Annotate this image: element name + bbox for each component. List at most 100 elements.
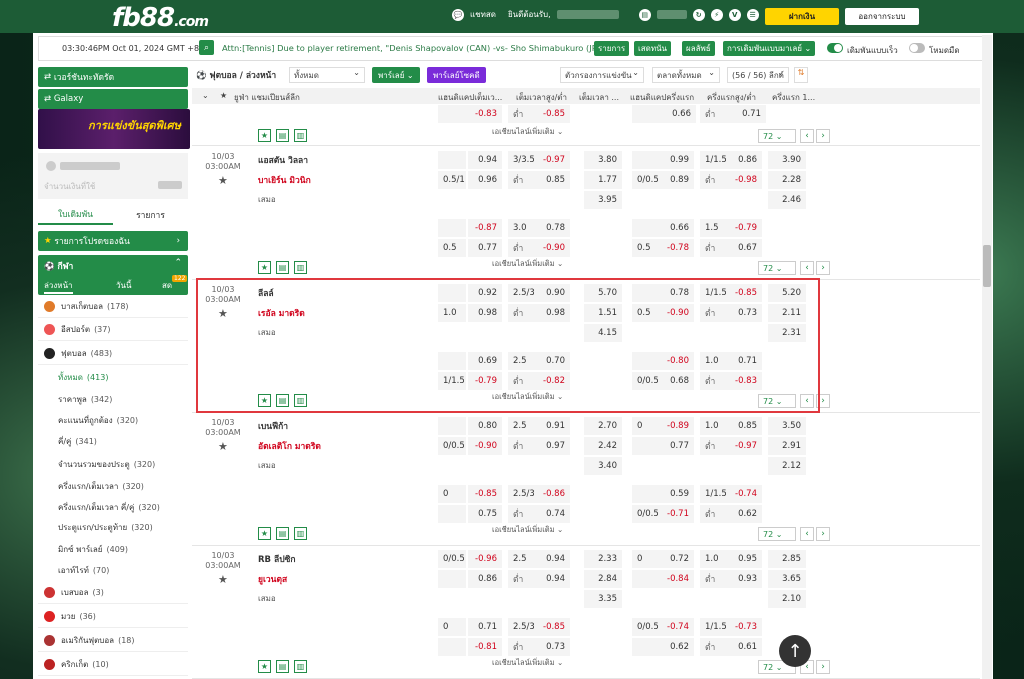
odds-cell[interactable] (438, 219, 466, 237)
odds-cell[interactable]: 2.31 (768, 324, 806, 342)
odds-cell[interactable]: 1.5 (700, 219, 726, 237)
tab-list[interactable]: รายการ (113, 205, 188, 225)
odds-cell[interactable]: 2.84 (584, 570, 622, 588)
star-icon[interactable]: ★ (258, 129, 271, 142)
odds-cell[interactable] (632, 638, 660, 656)
odds-cell[interactable]: 0 (632, 550, 660, 568)
logout-button[interactable]: ออกจากระบบ (845, 8, 919, 25)
compact-version-button[interactable]: ⇄ เวอร์ชันทะทัดรัด (38, 67, 188, 87)
scrollbar-thumb[interactable] (983, 245, 991, 287)
odds-cell[interactable]: 2.5 (508, 550, 534, 568)
odds-cell[interactable]: 2.5/3 (508, 485, 535, 503)
odds-cell[interactable]: 1.0 (700, 417, 726, 435)
odds-cell[interactable]: -0.90 (468, 437, 502, 455)
odds-cell[interactable]: 0.71 (726, 105, 766, 123)
league-count[interactable]: (56 / 56) ลีกค์ (727, 67, 789, 83)
statement-button[interactable]: เสดทนัน (634, 41, 672, 56)
odds-cell[interactable]: 3.35 (584, 590, 622, 608)
sport-esports[interactable]: อีสปอร์ต (37) (38, 319, 188, 341)
odds-cell[interactable]: -0.97 (726, 437, 762, 455)
odds-cell[interactable]: 3.0 (508, 219, 534, 237)
sort-icon[interactable]: ⇅ (794, 67, 808, 83)
wallet-icon[interactable]: ▤ (638, 8, 651, 21)
odds-cell[interactable]: 0.95 (726, 550, 762, 568)
odds-cell[interactable]: -0.89 (660, 417, 694, 435)
chat-icon[interactable]: 💬 (452, 8, 464, 21)
odds-cell[interactable]: 0.99 (660, 151, 694, 169)
odds-cell[interactable]: 2.70 (584, 417, 622, 435)
parlay-button[interactable]: พาร์เลย์ ⌄ (372, 67, 420, 83)
odds-cell[interactable]: 0.73 (726, 304, 762, 322)
odds-cell[interactable]: 2.10 (768, 590, 806, 608)
odds-cell[interactable]: -0.85 (534, 618, 570, 636)
odds-cell[interactable]: 2.46 (768, 191, 806, 209)
odds-cell[interactable]: 1/1.5 (700, 151, 727, 169)
odds-cell[interactable]: 0.75 (468, 505, 502, 523)
odds-cell[interactable] (632, 151, 660, 169)
collapse-icon[interactable]: ⌃ (174, 258, 182, 268)
football-sub-correct-score[interactable]: คะแนนที่ถูกต้อง (320) (58, 410, 188, 431)
football-sub-outright[interactable]: เอาท์ไรท์ (70) (58, 560, 188, 581)
prev-page-button[interactable]: ‹ (800, 129, 814, 143)
football-sub-odd-even[interactable]: คี่/คู่ (341) (58, 431, 188, 452)
chart-icon[interactable]: ▥ (294, 394, 307, 407)
star-icon[interactable]: ★ (258, 660, 271, 673)
odds-cell[interactable]: 0.67 (726, 239, 762, 257)
odds-cell[interactable]: 0.85 (726, 417, 762, 435)
odds-cell[interactable]: -0.78 (660, 239, 694, 257)
odds-cell[interactable]: 0 (438, 618, 466, 636)
quick-bet-toggle[interactable] (827, 43, 843, 53)
odds-cell[interactable]: -0.90 (534, 239, 570, 257)
odds-cell[interactable]: 5.70 (584, 284, 622, 302)
football-sub-pool[interactable]: ราคาพูล (342) (58, 389, 188, 410)
odds-cell[interactable]: 3.65 (768, 570, 806, 588)
favorite-all-icon[interactable]: ★ (220, 91, 227, 100)
odds-cell[interactable]: 0.85 (534, 171, 570, 189)
odds-cell[interactable]: 0.70 (534, 352, 570, 370)
odds-cell[interactable] (438, 505, 466, 523)
home-team[interactable]: ลีลล์ (258, 286, 274, 300)
odds-cell[interactable]: 0.77 (468, 239, 502, 257)
odds-cell[interactable]: 1.77 (584, 171, 622, 189)
odds-cell[interactable]: 3.95 (584, 191, 622, 209)
odds-cell[interactable]: 0.90 (534, 284, 570, 302)
refresh-icon[interactable]: ↻ (692, 8, 705, 21)
odds-cell[interactable]: 1.0 (438, 304, 466, 322)
favorite-star-icon[interactable]: ★ (218, 307, 228, 320)
odds-cell[interactable]: 0/0.5 (438, 437, 466, 455)
chart-icon[interactable]: ▥ (294, 660, 307, 673)
football-sub-total-goals[interactable]: จำนวนรวมของประตู (320) (58, 454, 188, 475)
odds-cell[interactable]: -0.96 (468, 550, 502, 568)
home-team[interactable]: เบนฟีก้า (258, 419, 288, 433)
odds-cell[interactable]: 1.51 (584, 304, 622, 322)
odds-cell[interactable]: 0.77 (660, 437, 694, 455)
football-sub-ht-ft-oe[interactable]: ครึ่งแรก/เต็มเวลา คี่/คู่ (320) (58, 497, 188, 518)
odds-cell[interactable]: 2.91 (768, 437, 806, 455)
football-sub-first-last[interactable]: ประตูแรก/ประตูท้าย (320) (58, 517, 188, 538)
odds-cell[interactable] (632, 570, 660, 588)
odds-cell[interactable]: 0.98 (468, 304, 502, 322)
away-team[interactable]: ยูเวนตุส (258, 572, 287, 586)
odds-cell[interactable]: 0.89 (660, 171, 694, 189)
odds-cell[interactable]: 3.40 (584, 457, 622, 475)
odds-cell[interactable] (632, 284, 660, 302)
sport-baseball[interactable]: เบสบอล (3) (38, 582, 188, 604)
list-button[interactable]: รายการ (594, 41, 630, 56)
odds-cell[interactable] (438, 417, 466, 435)
odds-cell[interactable]: 0.66 (660, 219, 694, 237)
odds-cell[interactable]: 0.94 (468, 151, 502, 169)
odds-cell[interactable]: 2.5 (508, 417, 534, 435)
odds-cell[interactable]: 2.42 (584, 437, 622, 455)
sport-basketball[interactable]: บาสเก็ตบอล (178) (38, 296, 188, 318)
odds-cell[interactable]: 2.11 (768, 304, 806, 322)
dark-mode-toggle[interactable] (909, 43, 925, 53)
odds-cell[interactable]: 0.91 (534, 417, 570, 435)
page-select[interactable]: 72 ⌄ (758, 394, 796, 408)
odds-cell[interactable] (438, 352, 466, 370)
football-sub-ht-ft[interactable]: ครึ่งแรก/เต็มเวลา (320) (58, 476, 188, 497)
tab-today[interactable]: วันนี้ (116, 279, 131, 292)
odds-cell[interactable]: 0.93 (726, 570, 762, 588)
odds-cell[interactable] (632, 485, 660, 503)
odds-cell[interactable]: 0.68 (660, 372, 694, 390)
collapse-all-icon[interactable]: ⌄ (202, 91, 209, 100)
